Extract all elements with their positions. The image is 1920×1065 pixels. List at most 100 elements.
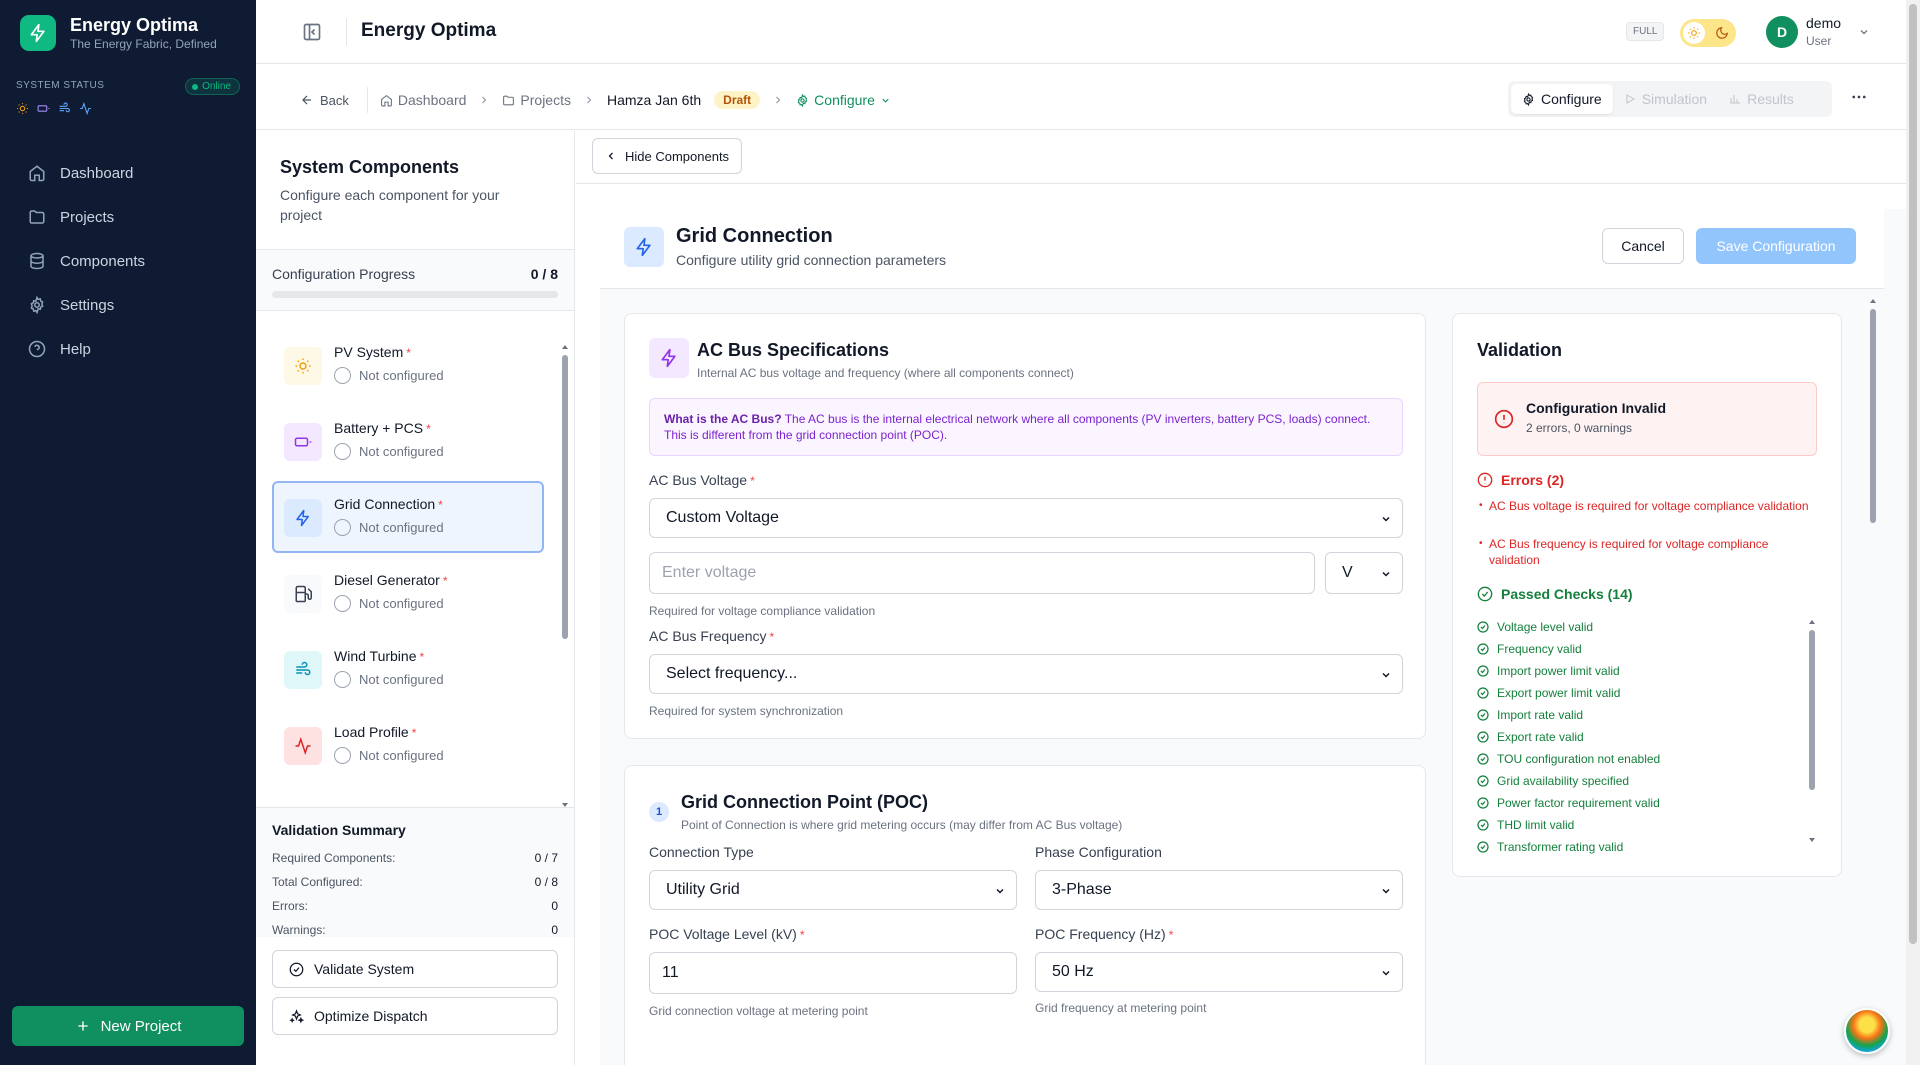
validation-scrollbar[interactable] (1807, 616, 1817, 846)
component-item-battery-pcs[interactable]: Battery + PCS * Not configured (272, 405, 544, 477)
component-list-scrollbar[interactable] (560, 341, 570, 811)
chevron-left-icon (605, 150, 617, 162)
moon-icon (1715, 26, 1729, 40)
component-status-text: Not configured (359, 520, 444, 535)
sidebar-item-help[interactable]: Help (16, 327, 240, 371)
component-name: Grid Connection * (334, 496, 443, 512)
home-icon (380, 94, 393, 107)
ac-bus-voltage-select[interactable]: Custom Voltage (649, 498, 1403, 538)
passed-check-item: TOU configuration not enabled (1477, 748, 1807, 770)
check-circle-icon (1477, 687, 1489, 699)
component-item-pv-system[interactable]: PV System * Not configured (272, 329, 544, 401)
required-marker: * (769, 630, 775, 644)
component-status-text: Not configured (359, 672, 444, 687)
page-scrollbar[interactable] (1906, 0, 1920, 1065)
required-marker: * (419, 650, 425, 664)
component-item-grid-connection[interactable]: Grid Connection * Not configured (272, 481, 544, 553)
sidebar-item-dashboard[interactable]: Dashboard (16, 151, 240, 195)
chevron-down-icon[interactable] (1858, 26, 1870, 38)
breadcrumb-divider (366, 87, 368, 113)
check-circle-icon (1477, 586, 1493, 602)
new-project-label: New Project (100, 1017, 182, 1035)
breadcrumb-project[interactable]: Hamza Jan 6th Draft (607, 91, 761, 109)
voltage-help: Required for voltage compliance validati… (649, 604, 876, 618)
cancel-button[interactable]: Cancel (1602, 228, 1684, 264)
form-header: Grid Connection Configure utility grid c… (600, 209, 1884, 289)
page-scrollbar-thumb[interactable] (1909, 4, 1917, 944)
breadcrumb-projects[interactable]: Projects (502, 92, 571, 108)
sidebar-item-components[interactable]: Components (16, 239, 240, 283)
breadcrumb-dashboard[interactable]: Dashboard (380, 92, 466, 108)
hide-components-button[interactable]: Hide Components (592, 138, 743, 174)
check-circle-icon (1477, 753, 1489, 765)
component-name-text: Battery + PCS (334, 420, 424, 436)
sidebar-item-settings[interactable]: Settings (16, 283, 240, 327)
phase-configuration-select[interactable]: 3-Phase (1035, 870, 1403, 910)
save-configuration-button[interactable]: Save Configuration (1696, 228, 1856, 264)
plus-icon (75, 1018, 91, 1034)
validate-system-button[interactable]: Validate System (272, 950, 558, 988)
component-name-text: Load Profile (334, 724, 409, 740)
passed-check-label: Export rate valid (1497, 730, 1584, 744)
optimize-dispatch-button[interactable]: Optimize Dispatch (272, 997, 558, 1035)
main-scrollbar[interactable] (1868, 295, 1878, 995)
back-button[interactable]: Back (300, 93, 349, 108)
component-name-text: Wind Turbine (334, 648, 417, 664)
sidebar-item-label: Dashboard (60, 164, 134, 182)
circle-icon (334, 519, 351, 536)
ac-bus-voltage-input[interactable]: Enter voltage (649, 552, 1315, 594)
summary-row: Warnings: 0 (272, 918, 558, 942)
brand[interactable]: Energy Optima The Energy Fabric, Defined (20, 14, 217, 52)
check-circle-icon (1477, 665, 1489, 677)
component-item-diesel-generator[interactable]: Diesel Generator * Not configured (272, 557, 544, 629)
component-status-text: Not configured (359, 444, 444, 459)
configuration-progress: Configuration Progress 0 / 8 (256, 249, 574, 311)
breadcrumb: Back Dashboard Projects Hamza Jan 6th Dr… (300, 87, 891, 113)
validation-status-title: Configuration Invalid (1526, 400, 1666, 416)
sidebar-item-label: Components (60, 252, 146, 270)
assistant-avatar[interactable] (1844, 1008, 1890, 1054)
validate-system-label: Validate System (314, 961, 415, 977)
chevron-down-icon (1380, 568, 1392, 580)
passed-check-label: Import power limit valid (1497, 664, 1620, 678)
new-project-button[interactable]: New Project (12, 1006, 244, 1046)
ac-bus-frequency-select[interactable]: Select frequency... (649, 654, 1403, 694)
sidebar-toggle-icon[interactable] (302, 22, 322, 42)
passed-check-item: Voltage level valid (1477, 616, 1807, 638)
mode-badge: FULL (1626, 22, 1665, 41)
component-status: Not configured (334, 747, 444, 764)
connection-type-select[interactable]: Utility Grid (649, 870, 1017, 910)
component-status: Not configured (334, 671, 444, 688)
alert-circle-icon (1494, 409, 1514, 429)
more-icon[interactable] (1850, 88, 1868, 106)
alert-circle-icon (1477, 472, 1493, 488)
chevron-down-icon (880, 95, 891, 106)
tab-simulation[interactable]: Simulation (1613, 84, 1718, 114)
user-name[interactable]: demo (1806, 15, 1841, 31)
ac-bus-voltage-label: AC Bus Voltage * (649, 472, 755, 488)
voltage-unit-select[interactable]: V (1325, 552, 1403, 594)
component-status-text: Not configured (359, 368, 444, 383)
component-name: Wind Turbine * (334, 648, 424, 664)
back-label: Back (320, 92, 349, 108)
system-status: SYSTEM STATUS Online (16, 78, 240, 115)
component-item-load-profile[interactable]: Load Profile * Not configured (272, 709, 544, 781)
select-value: 3-Phase (1052, 881, 1112, 898)
activity-icon (79, 102, 92, 115)
poc-voltage-input[interactable]: 11 (649, 952, 1017, 994)
sidebar-item-projects[interactable]: Projects (16, 195, 240, 239)
error-item: AC Bus voltage is required for voltage c… (1479, 498, 1809, 514)
poc-frequency-select[interactable]: 50 Hz (1035, 952, 1403, 992)
tab-configure[interactable]: Configure (1511, 84, 1613, 114)
component-status-text: Not configured (359, 748, 444, 763)
ac-bus-title: AC Bus Specifications (697, 340, 890, 360)
tab-results[interactable]: Results (1718, 84, 1805, 114)
theme-toggle[interactable] (1680, 19, 1736, 47)
component-item-wind-turbine[interactable]: Wind Turbine * Not configured (272, 633, 544, 705)
breadcrumb-configure[interactable]: Configure (796, 92, 891, 108)
poc-card: 1 Grid Connection Point (POC) Point of C… (624, 765, 1426, 1065)
label-text: POC Frequency (Hz) (1035, 926, 1166, 942)
top-header: Energy Optima FULL D demo User (256, 0, 1920, 64)
avatar[interactable]: D (1766, 16, 1798, 48)
sidebar: Energy Optima The Energy Fabric, Defined… (0, 0, 256, 1065)
